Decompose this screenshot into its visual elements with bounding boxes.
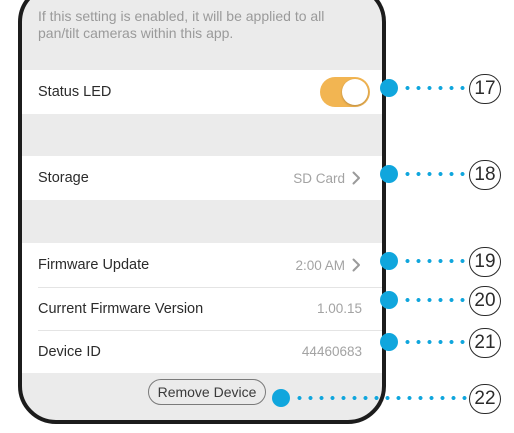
device-id-value: 44460683 (301, 344, 362, 359)
callout-dot (380, 252, 398, 270)
callout-number: 17 (469, 74, 501, 104)
status-led-row[interactable]: Status LED (22, 70, 382, 114)
callout-number: 22 (469, 384, 501, 414)
current-firmware-row: Current Firmware Version 1.00.15 (22, 287, 382, 330)
callout-dot (380, 165, 398, 183)
chevron-right-icon (352, 257, 366, 273)
callout-20: 20 (380, 286, 514, 316)
storage-value: SD Card (293, 170, 345, 186)
firmware-update-value: 2:00 AM (295, 257, 345, 273)
device-id-row: Device ID 44460683 (22, 330, 382, 373)
callout-22: 22 (272, 384, 514, 414)
storage-row[interactable]: Storage SD Card (22, 156, 382, 200)
callout-21: 21 (380, 328, 514, 358)
callout-leader (402, 86, 468, 90)
callout-dot (380, 333, 398, 351)
callout-leader (402, 298, 468, 302)
callout-number: 19 (469, 247, 501, 277)
firmware-update-label: Firmware Update (38, 257, 150, 273)
status-led-toggle[interactable] (320, 77, 370, 107)
callout-dot (380, 291, 398, 309)
callout-number: 21 (469, 328, 501, 358)
phone-frame: If this setting is enabled, it will be a… (18, 0, 386, 424)
callout-number: 18 (469, 160, 501, 190)
callout-dot (272, 389, 290, 407)
firmware-update-row[interactable]: Firmware Update 2:00 AM (22, 243, 382, 287)
storage-label: Storage (38, 170, 89, 186)
callout-18: 18 (380, 160, 514, 190)
remove-device-button[interactable]: Remove Device (148, 379, 266, 405)
chevron-right-icon (352, 170, 366, 186)
callout-dot (380, 79, 398, 97)
callout-19: 19 (380, 247, 514, 277)
device-id-label: Device ID (38, 343, 101, 360)
callout-leader (402, 340, 468, 344)
callout-17: 17 (380, 74, 514, 104)
toggle-knob (342, 79, 368, 105)
settings-note: If this setting is enabled, it will be a… (38, 8, 325, 41)
current-firmware-value: 1.00.15 (316, 301, 362, 316)
callout-number: 20 (469, 286, 501, 316)
callout-leader (402, 259, 468, 263)
callout-leader (294, 396, 468, 400)
device-settings-screen: If this setting is enabled, it will be a… (22, 0, 382, 420)
current-firmware-label: Current Firmware Version (38, 300, 204, 317)
callout-leader (402, 172, 468, 176)
status-led-label: Status LED (38, 84, 112, 100)
